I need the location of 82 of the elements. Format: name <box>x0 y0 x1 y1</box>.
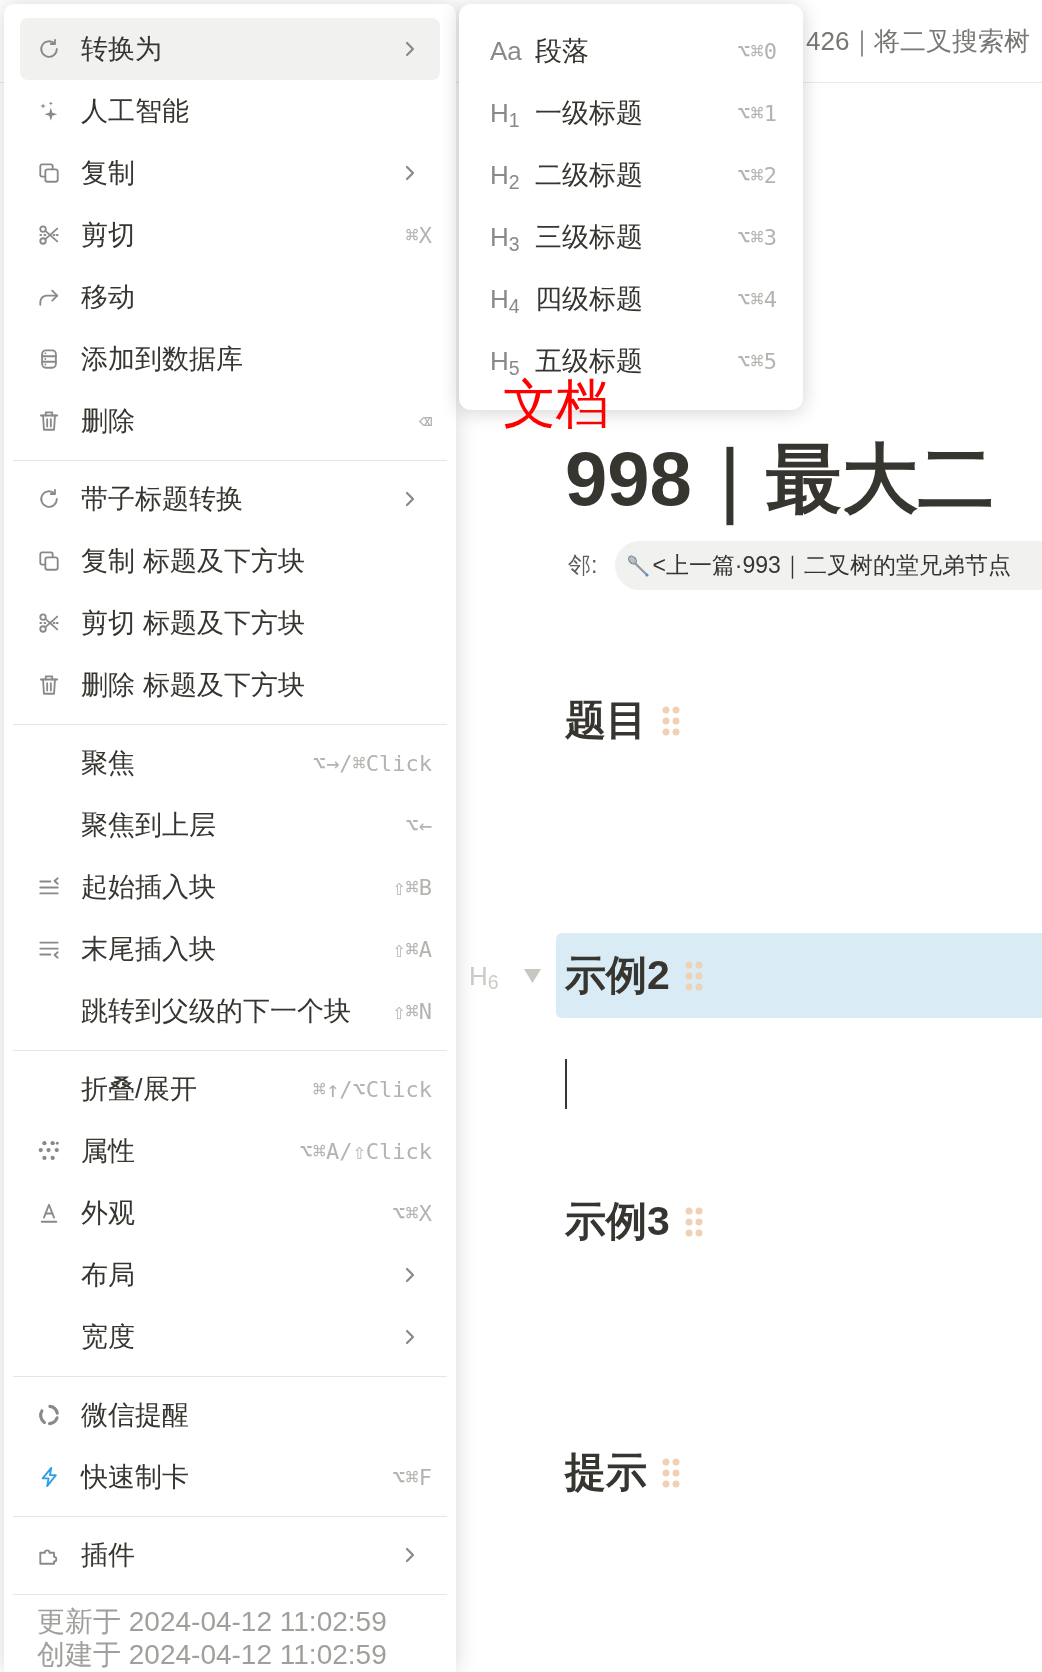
menu-item[interactable]: 删除 ⌫ <box>20 390 440 452</box>
block-type-icon: H$_{3}$ <box>490 224 520 250</box>
shortcut-label: ⌘↑/⌥Click <box>312 1075 432 1104</box>
trash-icon <box>38 410 60 432</box>
menu-item[interactable]: H$_{4}$ 四级标题 ⌥⌘4 <box>459 268 803 330</box>
page-link[interactable]: <上一篇·993｜二叉树的堂兄弟节点 <box>615 541 1042 590</box>
trash-icon <box>38 674 60 696</box>
menu-item[interactable]: 折叠/展开 ⌘↑/⌥Click <box>20 1058 440 1120</box>
menu-item[interactable]: 属性 ⌥⌘A/⇧Click <box>20 1120 440 1182</box>
menu-item[interactable]: 插件 <box>20 1524 440 1586</box>
heading-text: 示例2 <box>565 951 670 1000</box>
shortcut-label: ⌥⌘X <box>392 1199 432 1228</box>
shortcut-label: ⇧⌘B <box>392 873 432 902</box>
block-type-icon: H$_{5}$ <box>490 348 520 374</box>
breadcrumb[interactable]: 426｜将二叉搜索树 <box>806 21 1031 61</box>
menu-item[interactable]: 复制 标题及下方块 <box>20 530 440 592</box>
block-type-icon: Aa <box>490 38 522 64</box>
refresh-icon <box>38 488 60 510</box>
menu-item[interactable]: 聚焦到上层 ⌥← <box>20 794 440 856</box>
menu-item[interactable]: 复制 <box>20 142 440 204</box>
drag-handle-icon[interactable] <box>662 705 680 736</box>
annotation-text: 文档 <box>503 377 609 430</box>
drag-handle-icon[interactable] <box>684 960 703 991</box>
shortcut-label: ⌥⌘1 <box>737 99 777 128</box>
refresh-icon <box>38 38 60 60</box>
menu-item[interactable]: H$_{3}$ 三级标题 ⌥⌘3 <box>459 206 803 268</box>
menu-item[interactable]: 转换为 <box>20 18 440 80</box>
copy-icon <box>38 162 60 184</box>
menu-item[interactable]: 布局 <box>20 1244 440 1306</box>
neighbor-label: 邻: <box>568 551 598 581</box>
heading-text: 提示 <box>565 1448 647 1497</box>
text-style-icon <box>38 1202 60 1224</box>
shortcut-label: ⌥⌘4 <box>737 285 777 314</box>
menu-item[interactable]: 剪切 ⌘X <box>20 204 440 266</box>
drag-handle-icon[interactable] <box>684 1206 703 1237</box>
menu-item[interactable]: 聚焦 ⌥→/⌘Click <box>20 732 440 794</box>
menu-item[interactable]: 微信提醒 <box>20 1384 440 1446</box>
menu-item[interactable]: 带子标题转换 <box>20 468 440 530</box>
menu-item[interactable]: H$_{2}$ 二级标题 ⌥⌘2 <box>459 144 803 206</box>
database-icon <box>38 348 60 370</box>
menu-item[interactable]: 快速制卡 ⌥⌘F <box>20 1446 440 1508</box>
menu-item[interactable]: 添加到数据库 <box>20 328 440 390</box>
shortcut-label: ⌥⌘F <box>392 1463 432 1492</box>
scissors-icon <box>38 612 60 634</box>
spoon-icon <box>626 553 651 578</box>
page-title: 998｜最大二 <box>565 433 994 524</box>
shortcut-label: ⌥⌘3 <box>737 223 777 252</box>
menu-item[interactable]: H$_{1}$ 一级标题 ⌥⌘1 <box>459 82 803 144</box>
block-type-icon: H$_{6}$ <box>469 962 499 989</box>
shortcut-label: ⌥← <box>405 811 432 840</box>
menu-item[interactable]: 跳转到父级的下一个块 ⇧⌘N <box>20 980 440 1042</box>
menu-item[interactable]: 末尾插入块 ⇧⌘A <box>20 918 440 980</box>
shortcut-label: ⌘X <box>405 221 432 250</box>
shortcut-label: ⌥⌘A/⇧Click <box>299 1137 432 1166</box>
collapse-triangle-icon[interactable] <box>523 968 541 983</box>
shortcut-label: ⇧⌘A <box>392 935 432 964</box>
shortcut-label: ⌥⌘5 <box>737 347 777 376</box>
drag-handle-icon[interactable] <box>662 1457 680 1488</box>
menu-item[interactable]: 起始插入块 ⇧⌘B <box>20 856 440 918</box>
shortcut-label: ⌥⌘2 <box>737 161 777 190</box>
swirl-icon <box>38 1404 60 1426</box>
block-type-icon: H$_{2}$ <box>490 162 520 188</box>
shortcut-label: ⌫ <box>418 407 432 436</box>
menu-item[interactable]: 移动 <box>20 266 440 328</box>
menu-item[interactable]: Aa 段落 ⌥⌘0 <box>459 20 803 82</box>
heading-text: 示例3 <box>565 1197 670 1246</box>
scissors-icon <box>38 224 60 246</box>
menu-item[interactable]: 宽度 <box>20 1306 440 1368</box>
block-type-icon: H$_{1}$ <box>490 100 520 126</box>
menu-item[interactable]: 外观 ⌥⌘X <box>20 1182 440 1244</box>
shortcut-label: ⌥→/⌘Click <box>312 749 432 778</box>
menu-item[interactable]: 删除 标题及下方块 <box>20 654 440 716</box>
copy-icon <box>38 550 60 572</box>
dots-icon <box>38 1140 60 1162</box>
heading-text: 题目 <box>565 696 647 745</box>
shortcut-label: ⇧⌘N <box>392 997 432 1026</box>
menu-item[interactable]: 人工智能 <box>20 80 440 142</box>
shortcut-label: ⌥⌘0 <box>737 37 777 66</box>
block-type-icon: H$_{4}$ <box>490 286 520 312</box>
updated-time-text: 更新于 2024-04-12 11:02:59 <box>37 1605 387 1638</box>
created-time-text: 创建于 2024-04-12 11:02:59 <box>37 1638 387 1671</box>
menu-item[interactable]: 剪切 标题及下方块 <box>20 592 440 654</box>
